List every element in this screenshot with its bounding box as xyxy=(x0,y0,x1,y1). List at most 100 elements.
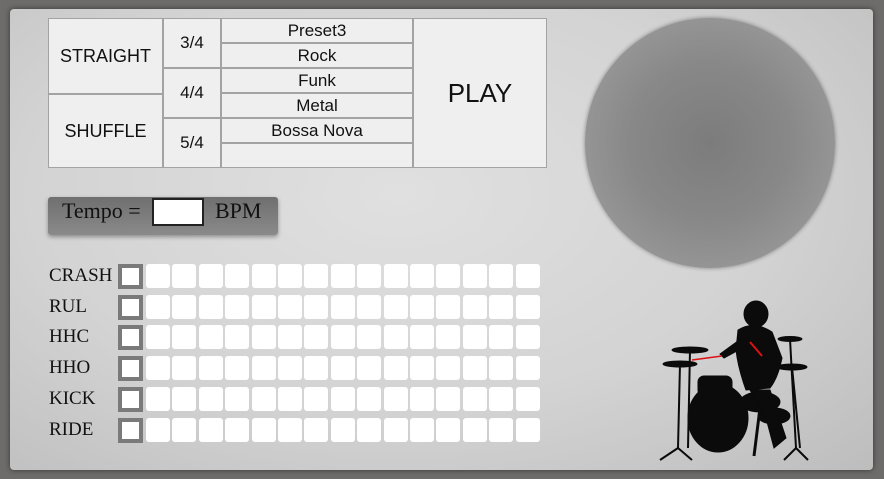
step-cell[interactable] xyxy=(330,325,355,349)
step-cell[interactable] xyxy=(146,418,170,442)
track-toggle-crash[interactable] xyxy=(118,264,143,289)
step-cell[interactable] xyxy=(198,418,223,442)
step-cell[interactable] xyxy=(172,295,197,319)
step-cell[interactable] xyxy=(515,418,540,442)
preset-button-empty[interactable] xyxy=(221,143,413,168)
preset-button-preset3[interactable]: Preset3 xyxy=(221,18,413,43)
style-button-shuffle[interactable]: SHUFFLE xyxy=(48,94,163,168)
preset-button-rock[interactable]: Rock xyxy=(221,43,413,68)
step-cell[interactable] xyxy=(225,418,250,442)
step-cell[interactable] xyxy=(304,264,329,288)
time-signature-3-4-button[interactable]: 3/4 xyxy=(163,18,221,68)
step-cell[interactable] xyxy=(489,418,514,442)
step-cell[interactable] xyxy=(251,325,276,349)
step-cell[interactable] xyxy=(146,356,170,380)
step-cell[interactable] xyxy=(225,264,250,288)
step-cell[interactable] xyxy=(383,264,408,288)
step-cell[interactable] xyxy=(304,325,329,349)
step-cell[interactable] xyxy=(515,264,540,288)
step-cell[interactable] xyxy=(436,387,461,411)
step-cell[interactable] xyxy=(515,356,540,380)
step-cell[interactable] xyxy=(198,356,223,380)
step-cell[interactable] xyxy=(383,418,408,442)
step-cell[interactable] xyxy=(225,325,250,349)
step-cell[interactable] xyxy=(251,356,276,380)
step-cell[interactable] xyxy=(330,295,355,319)
step-cell[interactable] xyxy=(462,264,487,288)
step-cell[interactable] xyxy=(330,264,355,288)
style-button-straight[interactable]: STRAIGHT xyxy=(48,18,163,94)
step-cell[interactable] xyxy=(357,264,382,288)
track-toggle-kick[interactable] xyxy=(118,387,143,412)
step-cell[interactable] xyxy=(383,356,408,380)
step-cell[interactable] xyxy=(172,356,197,380)
step-cell[interactable] xyxy=(436,264,461,288)
step-cell[interactable] xyxy=(251,295,276,319)
step-cell[interactable] xyxy=(383,295,408,319)
preset-button-funk[interactable]: Funk xyxy=(221,68,413,93)
step-cell[interactable] xyxy=(410,264,434,288)
step-cell[interactable] xyxy=(146,325,170,349)
step-cell[interactable] xyxy=(410,418,434,442)
time-signature-4-4-button[interactable]: 4/4 xyxy=(163,68,221,118)
preset-button-bossa-nova[interactable]: Bossa Nova xyxy=(221,118,413,143)
step-cell[interactable] xyxy=(251,387,276,411)
step-cell[interactable] xyxy=(304,418,329,442)
step-cell[interactable] xyxy=(462,295,487,319)
track-toggle-rul[interactable] xyxy=(118,295,143,320)
step-cell[interactable] xyxy=(251,264,276,288)
step-cell[interactable] xyxy=(436,295,461,319)
step-cell[interactable] xyxy=(462,418,487,442)
step-cell[interactable] xyxy=(462,356,487,380)
step-cell[interactable] xyxy=(357,295,382,319)
track-toggle-hho[interactable] xyxy=(118,356,143,381)
step-cell[interactable] xyxy=(383,325,408,349)
step-cell[interactable] xyxy=(278,418,302,442)
step-cell[interactable] xyxy=(146,295,170,319)
step-cell[interactable] xyxy=(198,387,223,411)
step-cell[interactable] xyxy=(410,325,434,349)
step-cell[interactable] xyxy=(489,325,514,349)
step-cell[interactable] xyxy=(225,387,250,411)
step-cell[interactable] xyxy=(251,418,276,442)
track-toggle-ride[interactable] xyxy=(118,418,143,443)
step-cell[interactable] xyxy=(278,387,302,411)
step-cell[interactable] xyxy=(357,325,382,349)
step-cell[interactable] xyxy=(278,325,302,349)
step-cell[interactable] xyxy=(357,356,382,380)
step-cell[interactable] xyxy=(410,356,434,380)
step-cell[interactable] xyxy=(198,295,223,319)
step-cell[interactable] xyxy=(225,356,250,380)
step-cell[interactable] xyxy=(462,387,487,411)
step-cell[interactable] xyxy=(304,387,329,411)
step-cell[interactable] xyxy=(515,295,540,319)
step-cell[interactable] xyxy=(436,418,461,442)
step-cell[interactable] xyxy=(489,387,514,411)
step-cell[interactable] xyxy=(278,295,302,319)
step-cell[interactable] xyxy=(436,325,461,349)
step-cell[interactable] xyxy=(357,387,382,411)
tempo-input[interactable] xyxy=(152,198,204,226)
step-cell[interactable] xyxy=(357,418,382,442)
step-cell[interactable] xyxy=(304,356,329,380)
step-cell[interactable] xyxy=(330,387,355,411)
step-cell[interactable] xyxy=(330,356,355,380)
track-toggle-hhc[interactable] xyxy=(118,325,143,350)
step-cell[interactable] xyxy=(172,418,197,442)
step-cell[interactable] xyxy=(515,325,540,349)
step-cell[interactable] xyxy=(304,295,329,319)
step-cell[interactable] xyxy=(515,387,540,411)
step-cell[interactable] xyxy=(146,387,170,411)
step-cell[interactable] xyxy=(278,264,302,288)
step-cell[interactable] xyxy=(383,387,408,411)
time-signature-5-4-button[interactable]: 5/4 xyxy=(163,118,221,168)
step-cell[interactable] xyxy=(410,295,434,319)
step-cell[interactable] xyxy=(489,356,514,380)
step-cell[interactable] xyxy=(436,356,461,380)
step-cell[interactable] xyxy=(330,418,355,442)
step-cell[interactable] xyxy=(489,295,514,319)
step-cell[interactable] xyxy=(278,356,302,380)
step-cell[interactable] xyxy=(225,295,250,319)
step-cell[interactable] xyxy=(198,325,223,349)
step-cell[interactable] xyxy=(172,264,197,288)
